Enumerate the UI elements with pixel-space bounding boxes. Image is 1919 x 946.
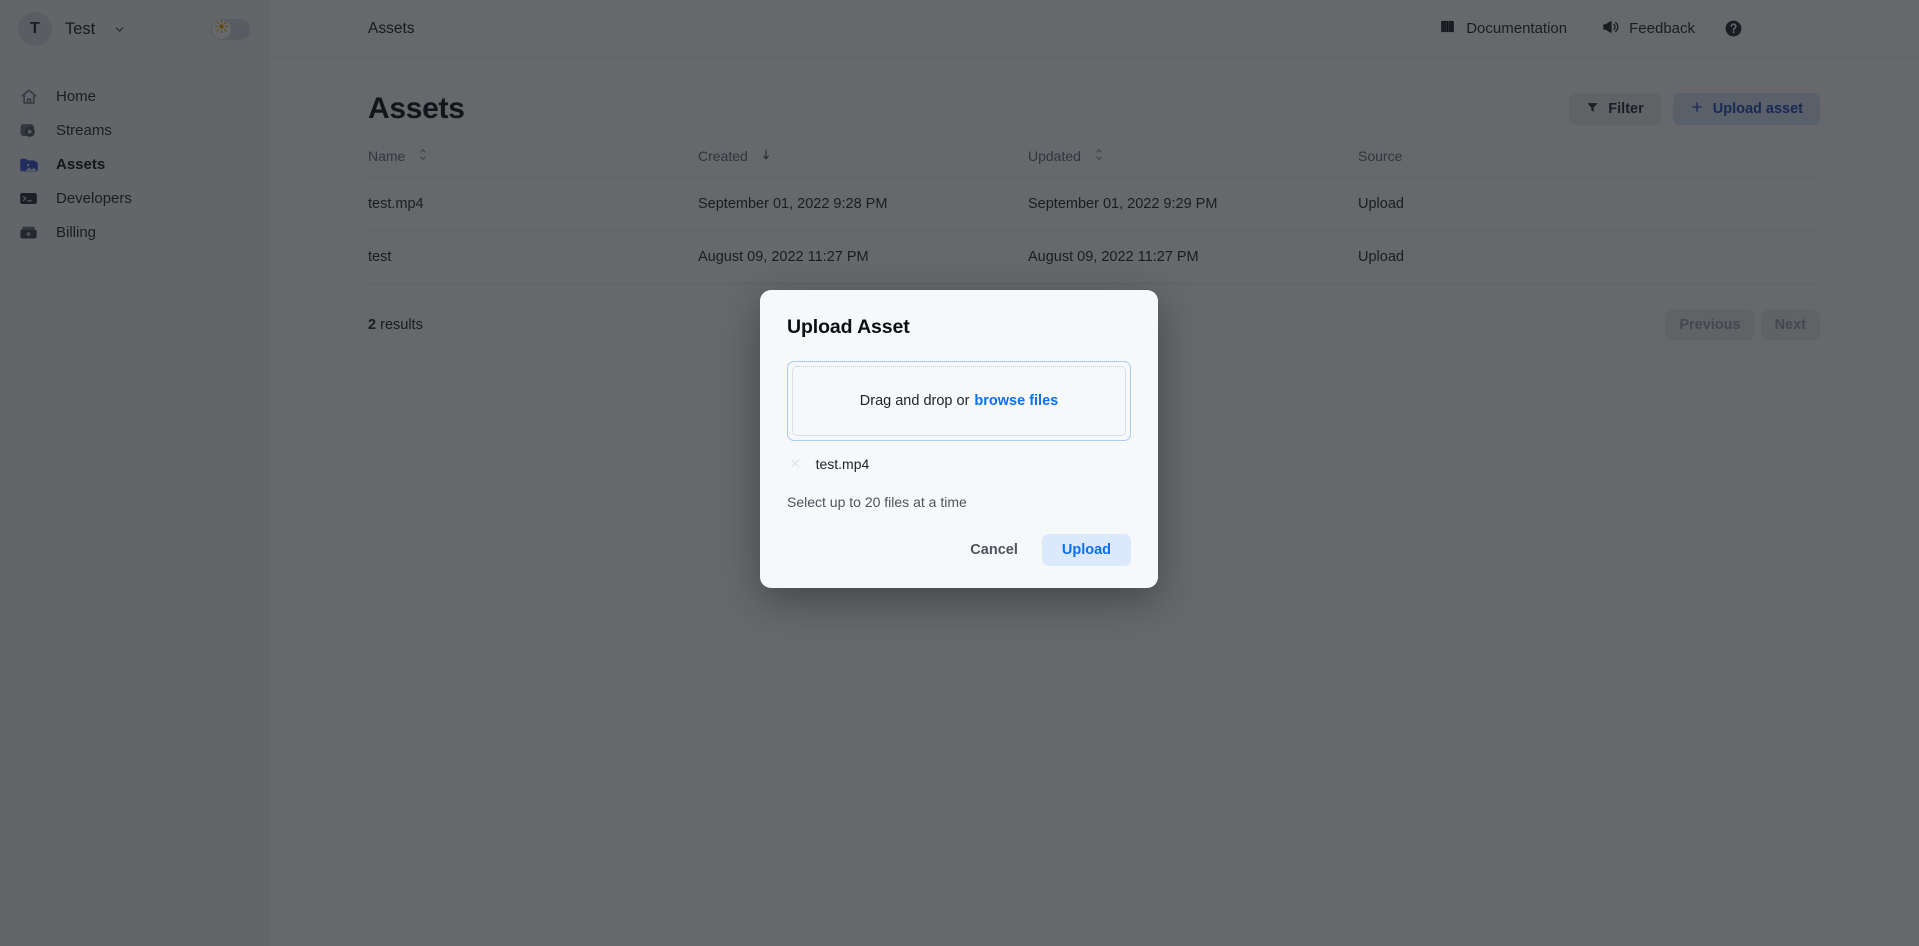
browse-files-link[interactable]: browse files [974, 393, 1058, 409]
close-icon[interactable]: ✕ [789, 457, 802, 472]
selected-file-name: test.mp4 [815, 456, 870, 472]
file-dropzone-inner: Drag and drop or browse files [792, 366, 1126, 436]
app-root: T Test Home [0, 0, 1919, 946]
modal-title: Upload Asset [787, 316, 910, 338]
selected-file-row: ✕ test.mp4 [787, 456, 1131, 472]
upload-button[interactable]: Upload [1041, 534, 1131, 566]
file-dropzone[interactable]: Drag and drop or browse files [787, 361, 1131, 441]
upload-asset-modal: Upload Asset Drag and drop or browse fil… [760, 290, 1158, 588]
cancel-button[interactable]: Cancel [958, 534, 1030, 566]
modal-footer: Cancel Upload [787, 534, 1131, 566]
dropzone-text: Drag and drop or [859, 393, 970, 409]
upload-hint: Select up to 20 files at a time [787, 494, 967, 510]
